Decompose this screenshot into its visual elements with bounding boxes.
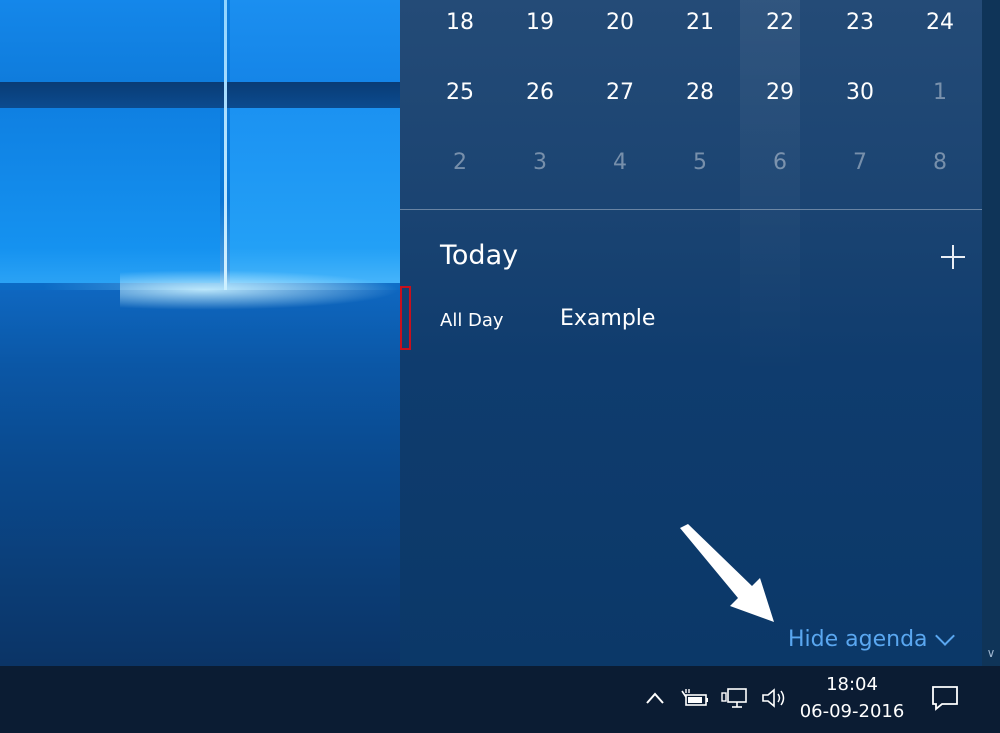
- agenda-title: Today: [440, 240, 519, 271]
- calendar-day-other-month[interactable]: 6: [750, 150, 810, 175]
- wallpaper-pane: [230, 108, 400, 283]
- clock-time[interactable]: 18:04: [796, 672, 908, 698]
- calendar-day[interactable]: 28: [670, 80, 730, 105]
- volume-icon[interactable]: [760, 686, 788, 710]
- action-center-icon[interactable]: [930, 684, 960, 712]
- calendar-day[interactable]: 29: [750, 80, 810, 105]
- agenda-divider: [400, 209, 982, 210]
- wallpaper-light-beam: [224, 0, 227, 290]
- calendar-day[interactable]: 23: [830, 10, 890, 35]
- calendar-day-other-month[interactable]: 3: [510, 150, 570, 175]
- calendar-day[interactable]: 22: [750, 10, 810, 35]
- wallpaper-band: [0, 82, 400, 108]
- event-title[interactable]: Example: [560, 306, 655, 331]
- chevron-down-icon[interactable]: [934, 625, 955, 646]
- wallpaper-pane: [0, 108, 220, 283]
- calendar-day-other-month[interactable]: 7: [830, 150, 890, 175]
- calendar-day-other-month[interactable]: 2: [430, 150, 490, 175]
- wallpaper-pane: [0, 0, 220, 82]
- calendar-day[interactable]: 25: [430, 80, 490, 105]
- calendar-day[interactable]: 21: [670, 10, 730, 35]
- calendar-day[interactable]: 18: [430, 10, 490, 35]
- clock-date[interactable]: 06-09-2016: [796, 698, 908, 726]
- hide-agenda-link[interactable]: Hide agenda: [788, 625, 955, 652]
- add-event-plus-icon[interactable]: [936, 240, 970, 274]
- network-icon[interactable]: [720, 686, 750, 710]
- calendar-day-other-month[interactable]: 5: [670, 150, 730, 175]
- calendar-day[interactable]: 19: [510, 10, 570, 35]
- calendar-day-other-month[interactable]: 1: [910, 80, 970, 105]
- calendar-day[interactable]: 27: [590, 80, 650, 105]
- calendar-day[interactable]: 30: [830, 80, 890, 105]
- calendar-day[interactable]: 26: [510, 80, 570, 105]
- flyout-scrollbar[interactable]: [982, 0, 1000, 666]
- hide-agenda-label[interactable]: Hide agenda: [788, 627, 928, 652]
- calendar-day[interactable]: 24: [910, 10, 970, 35]
- taskbar-clock[interactable]: 18:04 06-09-2016: [796, 672, 908, 726]
- wallpaper-pane: [230, 0, 400, 82]
- flyout-sheen: [740, 0, 800, 380]
- calendar-day[interactable]: 20: [590, 10, 650, 35]
- power-icon[interactable]: [680, 687, 710, 709]
- event-color-marker: [400, 286, 411, 350]
- chevron-up-icon[interactable]: [644, 690, 666, 706]
- wallpaper-glow: [120, 270, 400, 310]
- annotation-arrow-icon: [680, 524, 774, 622]
- calendar-day-other-month[interactable]: 4: [590, 150, 650, 175]
- calendar-day-other-month[interactable]: 8: [910, 150, 970, 175]
- event-time[interactable]: All Day: [440, 310, 504, 331]
- scroll-down-arrow-icon[interactable]: ∨: [982, 640, 1000, 666]
- wallpaper-floor: [0, 290, 400, 666]
- desktop-wallpaper: [0, 0, 400, 666]
